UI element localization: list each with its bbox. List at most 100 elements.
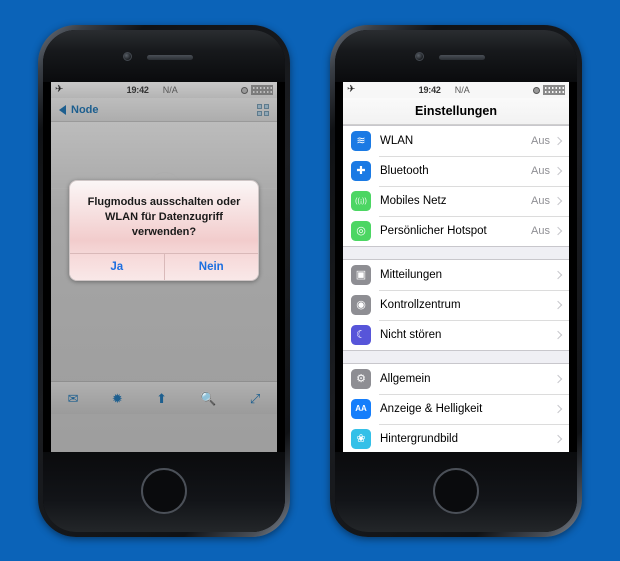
settings-row-control-center[interactable]: ◉ Kontrollzentrum [343, 290, 569, 320]
chevron-right-icon [553, 226, 563, 236]
settings-row-label: Kontrollzentrum [380, 299, 461, 311]
settings-row-label: Hintergrundbild [380, 433, 458, 445]
alarm-icon [533, 86, 540, 94]
left-webview-content: Flugmodus ausschalten oder WLAN für Date… [51, 122, 277, 414]
left-phone: ✈ 19:42 N/A Node Flugmodus ausschalten o… [38, 25, 290, 537]
dialog-confirm-button[interactable]: Ja [70, 254, 164, 280]
settings-row-do-not-disturb[interactable]: ☾ Nicht stören [343, 320, 569, 350]
back-button-label: Node [71, 103, 99, 116]
left-status-right [241, 85, 273, 95]
settings-row-value: Aus [531, 195, 550, 207]
battery-icon [251, 85, 273, 95]
wallpaper-icon: ❀ [351, 429, 371, 449]
share-upload-icon[interactable]: ⬆ [156, 392, 167, 405]
settings-group-general: ⚙ Allgemein AA Anzeige & Helligkeit ❀ Hi… [343, 363, 569, 455]
chevron-right-icon [553, 196, 563, 206]
earpiece-speaker-icon [439, 55, 485, 60]
settings-row-label: Bluetooth [380, 165, 429, 177]
front-camera-icon [415, 52, 424, 61]
left-nav-bar: Node [51, 98, 277, 122]
left-phone-bottom-bezel [43, 452, 285, 532]
grid-view-icon[interactable] [257, 103, 269, 116]
back-button[interactable]: Node [59, 104, 99, 116]
settings-row-label: Allgemein [380, 373, 431, 385]
settings-list[interactable]: ≋ WLAN Aus ✚ Bluetooth Aus ((¡)) Mobiles… [343, 125, 569, 462]
status-time: 19:42 [126, 85, 149, 95]
display-brightness-icon: AA [351, 399, 371, 419]
right-status-left: ✈ [347, 85, 355, 95]
settings-row-label: Anzeige & Helligkeit [380, 403, 483, 415]
mail-icon[interactable]: ✉ [68, 392, 79, 405]
right-status-right [533, 85, 565, 95]
settings-row-label: Mitteilungen [380, 269, 443, 281]
status-time: 19:42 [418, 85, 441, 95]
chevron-right-icon [553, 270, 563, 280]
do-not-disturb-moon-icon: ☾ [351, 325, 371, 345]
home-button[interactable] [141, 468, 187, 514]
chevron-right-icon [553, 300, 563, 310]
cellular-antenna-icon: ((¡)) [351, 191, 371, 211]
chevron-right-icon [553, 136, 563, 146]
dialog-button-row: Ja Nein [70, 253, 258, 280]
status-carrier: N/A [162, 85, 178, 95]
settings-row-label: WLAN [380, 135, 414, 147]
settings-row-mobile-network[interactable]: ((¡)) Mobiles Netz Aus [343, 186, 569, 216]
airplane-mode-dialog: Flugmodus ausschalten oder WLAN für Date… [69, 180, 259, 281]
dialog-message: Flugmodus ausschalten oder WLAN für Date… [87, 196, 241, 238]
personal-hotspot-icon: ◎ [351, 221, 371, 241]
chevron-right-icon [553, 434, 563, 444]
right-phone-bottom-bezel [335, 452, 577, 532]
alarm-icon [241, 86, 248, 94]
settings-row-wallpaper[interactable]: ❀ Hintergrundbild [343, 424, 569, 454]
settings-row-wlan[interactable]: ≋ WLAN Aus [343, 126, 569, 156]
earpiece-speaker-icon [147, 55, 193, 60]
chevron-right-icon [553, 404, 563, 414]
left-phone-screen: ✈ 19:42 N/A Node Flugmodus ausschalten o… [51, 82, 277, 462]
airplane-mode-icon: ✈ [55, 84, 64, 95]
settings-row-value: Aus [531, 135, 550, 147]
settings-row-personal-hotspot[interactable]: ◎ Persönlicher Hotspot Aus [343, 216, 569, 246]
left-bottom-toolbar: ✉ ✹ ⬆ 🔍 ⤢ [51, 381, 277, 414]
settings-row-notifications[interactable]: ▣ Mitteilungen [343, 260, 569, 290]
left-status-left: ✈ [55, 85, 63, 95]
airplane-mode-icon: ✈ [347, 84, 356, 95]
settings-row-bluetooth[interactable]: ✚ Bluetooth Aus [343, 156, 569, 186]
settings-row-general[interactable]: ⚙ Allgemein [343, 364, 569, 394]
expand-fullscreen-icon[interactable]: ⤢ [250, 392, 260, 405]
right-phone-screen: ✈ 19:42 N/A Einstellungen ≋ WLAN Aus ✚ B… [343, 82, 569, 462]
control-center-icon: ◉ [351, 295, 371, 315]
bluetooth-icon: ✚ [351, 161, 371, 181]
settings-sun-icon[interactable]: ✹ [112, 392, 123, 405]
settings-row-label: Persönlicher Hotspot [380, 225, 487, 237]
settings-group-connectivity: ≋ WLAN Aus ✚ Bluetooth Aus ((¡)) Mobiles… [343, 125, 569, 247]
settings-row-label: Nicht stören [380, 329, 442, 341]
right-status-bar: ✈ 19:42 N/A [343, 82, 569, 98]
search-icon[interactable]: 🔍 [200, 392, 216, 405]
dialog-cancel-button[interactable]: Nein [163, 254, 258, 280]
wifi-icon: ≋ [351, 131, 371, 151]
left-status-center: 19:42 N/A [63, 85, 241, 95]
chevron-right-icon [553, 374, 563, 384]
left-phone-body: ✈ 19:42 N/A Node Flugmodus ausschalten o… [43, 30, 285, 532]
settings-row-display-brightness[interactable]: AA Anzeige & Helligkeit [343, 394, 569, 424]
left-phone-top-bezel [43, 30, 285, 82]
right-phone-top-bezel [335, 30, 577, 82]
grid-cell [257, 103, 262, 109]
chevron-right-icon [553, 330, 563, 340]
front-camera-icon [123, 52, 132, 61]
right-status-center: 19:42 N/A [355, 85, 533, 95]
general-gear-icon: ⚙ [351, 369, 371, 389]
grid-cell [264, 103, 269, 109]
left-status-bar: ✈ 19:42 N/A [51, 82, 277, 98]
grid-cell [257, 110, 262, 116]
grid-cell [264, 110, 269, 116]
page-title: Einstellungen [343, 98, 569, 125]
settings-group-notifications: ▣ Mitteilungen ◉ Kontrollzentrum ☾ Nicht… [343, 259, 569, 351]
back-arrow-icon [59, 104, 66, 115]
settings-row-value: Aus [531, 165, 550, 177]
battery-icon [543, 85, 565, 95]
status-carrier: N/A [454, 85, 470, 95]
page-root: { "background_color": "#0b63b8", "left_p… [0, 0, 620, 561]
right-phone: ✈ 19:42 N/A Einstellungen ≋ WLAN Aus ✚ B… [330, 25, 582, 537]
home-button[interactable] [433, 468, 479, 514]
